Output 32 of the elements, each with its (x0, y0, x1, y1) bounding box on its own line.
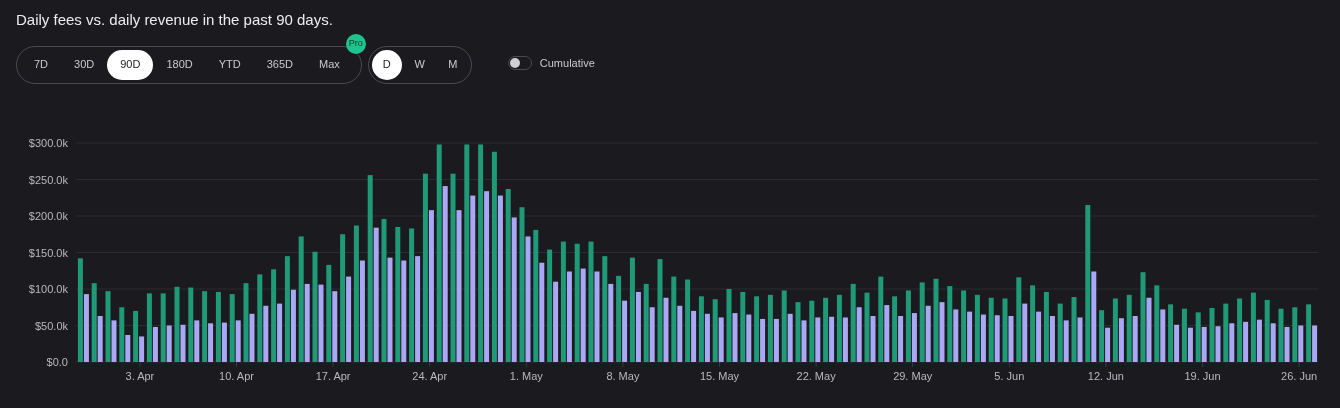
range-tab[interactable]: 90D (107, 49, 154, 80)
range-tab[interactable]: YTD (205, 49, 254, 80)
x-axis-label: 5. Jun (994, 369, 1025, 382)
x-axis-label: 24. Apr (412, 369, 448, 382)
page-title: Daily fees vs. daily revenue in the past 90 days. (16, 10, 334, 30)
y-axis-label: $200.0k (28, 209, 68, 222)
range-tab[interactable]: 7D (21, 49, 62, 80)
x-axis-label: 15. May (699, 369, 740, 382)
y-axis-label: $300.0k (28, 136, 68, 149)
y-axis-label: $0.0 (46, 355, 68, 368)
granularity-tab[interactable]: M (437, 49, 468, 80)
range-tab[interactable]: 180D (153, 49, 206, 80)
y-axis-label: $50.0k (34, 319, 68, 331)
x-axis-label: 17. Apr (315, 369, 351, 382)
x-axis-label: 26. Jun (1281, 369, 1318, 382)
x-axis-label: 29. May (893, 369, 933, 382)
toggle-label: Cumulative (539, 55, 595, 71)
x-axis-label: 1. May (509, 369, 543, 382)
range-tab[interactable]: 30D (61, 49, 108, 80)
y-axis-label: $100.0k (28, 282, 68, 295)
x-axis-label: 8. May (606, 369, 640, 382)
pro-badge: Pro (345, 33, 366, 54)
x-axis-label: 10. Apr (219, 369, 254, 382)
granularity-tab[interactable]: D (371, 49, 402, 80)
x-axis-label: 12. Jun (1087, 369, 1124, 382)
range-tab[interactable]: 365D (253, 49, 307, 80)
y-axis-label: $150.0k (28, 246, 68, 258)
x-axis-label: 22. May (796, 369, 836, 382)
x-axis-label: 3. Apr (125, 369, 155, 382)
granularity-tab[interactable]: W (404, 49, 435, 80)
y-axis-label: $250.0k (28, 173, 68, 185)
x-axis-label: 19. Jun (1184, 369, 1221, 382)
